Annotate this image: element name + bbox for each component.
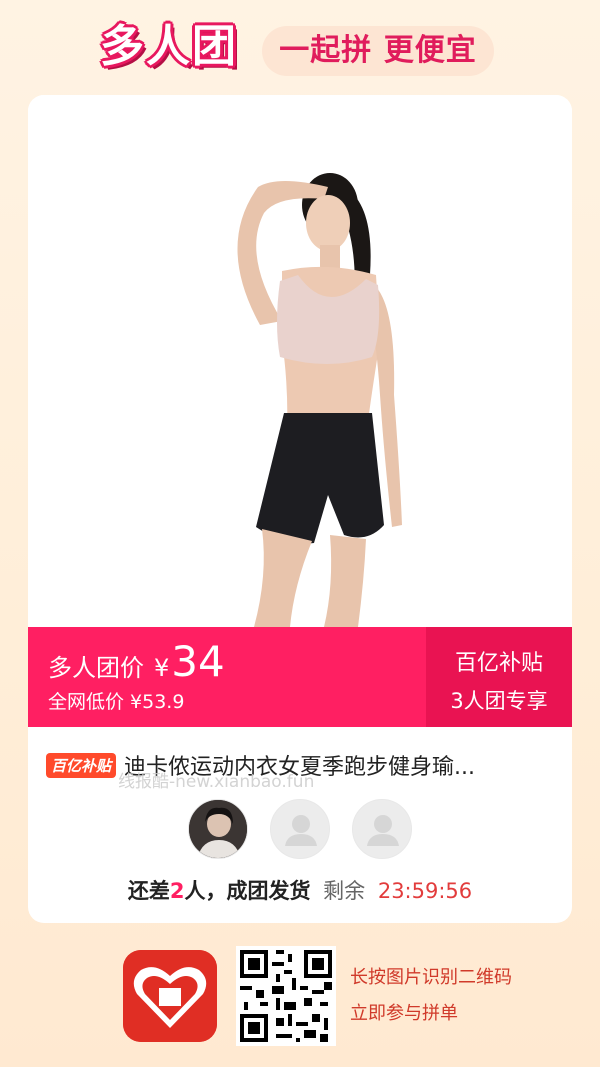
status-suffix: 人，成团发货 <box>184 879 311 903</box>
product-image[interactable] <box>28 95 572 627</box>
countdown-timer: 23:59:56 <box>377 879 473 903</box>
price-left: 多人团价 ¥ 34 全网低价 ¥53.9 <box>48 627 418 727</box>
price-bar: 多人团价 ¥ 34 全网低价 ¥53.9 百亿补贴 3人团专享 <box>28 627 572 727</box>
slogan-pill: 一起拼 更便宜 <box>262 26 494 76</box>
participant-avatars <box>188 799 418 863</box>
remaining-label: 剩余 <box>323 879 366 903</box>
status-count: 2 <box>169 879 185 903</box>
group-price-row: 多人团价 ¥ 34 <box>48 637 225 686</box>
header: 多人团 一起拼 更便宜 <box>100 18 500 82</box>
status-prefix: 还差 <box>127 879 170 903</box>
original-price: 全网低价 ¥53.9 <box>48 691 185 713</box>
logo-text: 多人团 <box>100 21 238 72</box>
group-price-value: 34 <box>171 637 225 686</box>
subsidy-title: 百亿补贴 <box>454 651 543 676</box>
watermark: 线报酷-new.xianbao.fun <box>118 772 315 792</box>
group-status: 还差2人，成团发货 剩余 23:59:56 <box>28 875 572 905</box>
group-price-label: 多人团价 <box>48 654 144 682</box>
pinduoduo-app-icon <box>123 950 217 1042</box>
subsidy-subtitle: 3人团专享 <box>450 689 548 713</box>
user-placeholder-icon <box>352 799 412 859</box>
footer-instructions: 长按图片识别二维码 立即参与拼单 <box>350 960 512 1032</box>
avatar <box>188 799 248 859</box>
currency-symbol: ¥ <box>154 654 170 682</box>
product-card[interactable]: 多人团价 ¥ 34 全网低价 ¥53.9 百亿补贴 3人团专享 百亿补贴 迪卡侬… <box>28 95 572 923</box>
qr-code-icon[interactable] <box>236 946 336 1046</box>
user-placeholder-icon <box>270 799 330 859</box>
footer-line-1: 长按图片识别二维码 <box>350 967 512 988</box>
subsidy-panel: 百亿补贴 3人团专享 <box>426 627 572 727</box>
footer-line-2: 立即参与拼单 <box>350 1003 458 1024</box>
subsidy-badge: 百亿补贴 <box>46 752 117 778</box>
